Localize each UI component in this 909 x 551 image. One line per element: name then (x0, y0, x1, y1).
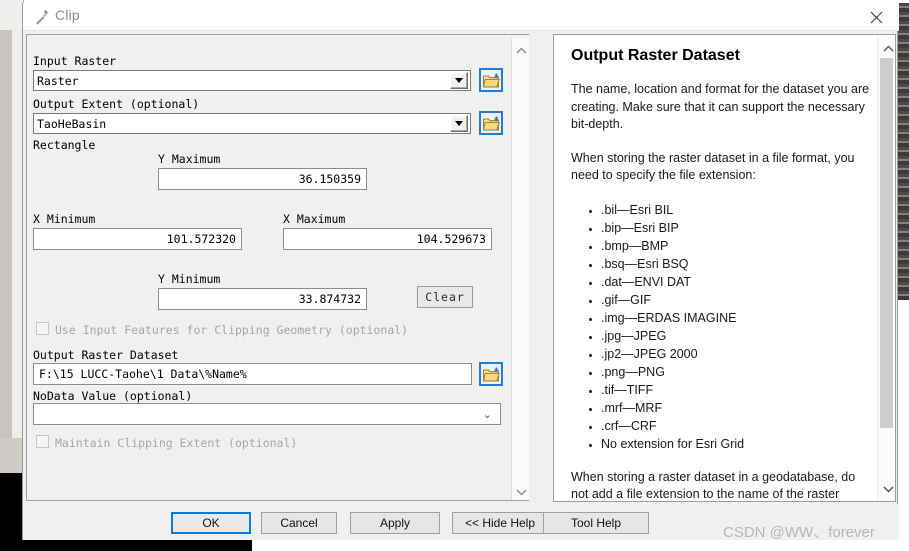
clear-button[interactable]: Clear (417, 286, 473, 308)
list-item: .bsq—Esri BSQ (601, 255, 871, 273)
output-raster-dataset-input[interactable]: F:\15 LUCC-Taohe\1 Data\%Name% (33, 363, 472, 385)
list-item: No extension for Esri Grid (601, 435, 871, 453)
background-black-strip (0, 540, 252, 551)
help-scrollbar[interactable] (877, 36, 895, 501)
window-title: Clip (55, 7, 80, 23)
background-left-strip (0, 0, 24, 30)
help-paragraph-2: When storing the raster dataset in a fil… (571, 150, 855, 183)
title-bar: Clip (23, 3, 899, 31)
nodata-value-label: NoData Value (optional) (33, 389, 193, 403)
help-panel: Output Raster Dataset The name, location… (553, 34, 896, 502)
input-raster-label: Input Raster (33, 54, 117, 68)
scroll-up-icon[interactable] (879, 40, 895, 58)
list-item: .jpg—JPEG (601, 327, 871, 345)
hide-help-button[interactable]: << Hide Help (452, 512, 548, 534)
y-maximum-value: 36.150359 (298, 172, 361, 186)
x-minimum-label: X Minimum (33, 212, 96, 226)
scroll-down-icon[interactable] (879, 480, 895, 498)
close-icon[interactable] (853, 3, 899, 31)
scroll-up-icon[interactable] (512, 42, 529, 60)
watermark: CSDN @WW、forever (723, 524, 875, 541)
help-scrollbar-thumb[interactable] (880, 58, 893, 428)
nodata-value-combobox[interactable]: ⌄ (33, 403, 501, 425)
output-extent-label: Output Extent (optional) (33, 97, 200, 111)
list-item: .png—PNG (601, 363, 871, 381)
parameters-panel: Input Raster Raster Output Extent (optio… (26, 34, 529, 501)
x-maximum-label: X Maximum (283, 212, 346, 226)
ok-button[interactable]: OK (171, 512, 251, 534)
maintain-clipping-extent-label: Maintain Clipping Extent (optional) (55, 436, 298, 450)
use-input-features-checkbox[interactable] (36, 322, 49, 335)
list-item: .crf—CRF (601, 417, 871, 435)
rectangle-label: Rectangle (33, 138, 96, 152)
chevron-down-icon[interactable] (450, 72, 468, 89)
input-raster-combobox[interactable]: Raster (33, 70, 471, 91)
chevron-down-icon[interactable] (450, 115, 468, 132)
list-item: .jp2—JPEG 2000 (601, 345, 871, 363)
output-raster-dataset-value: F:\15 LUCC-Taohe\1 Data\%Name% (39, 367, 247, 381)
screen: Clip Input Raster Raster Output Extent (… (0, 0, 909, 551)
list-item: .bmp—BMP (601, 237, 871, 255)
help-paragraph-1: The name, location and format for the da… (571, 82, 870, 131)
help-paragraph-3: When storing a raster dataset in a geoda… (571, 469, 856, 502)
tool-help-button[interactable]: Tool Help (543, 512, 649, 534)
output-extent-browse-button[interactable] (479, 111, 503, 135)
list-item: .tif—TIFF (601, 381, 871, 399)
y-minimum-value: 33.874732 (298, 292, 361, 306)
parameters-scrollbar[interactable] (511, 38, 529, 500)
y-minimum-label: Y Minimum (158, 272, 221, 286)
list-item: .img—ERDAS IMAGINE (601, 309, 871, 327)
help-extension-list: .bil—Esri BIL .bip—Esri BIP .bmp—BMP .bs… (571, 201, 871, 453)
list-item: .dat—ENVI DAT (601, 273, 871, 291)
list-item: .mrf—MRF (601, 399, 871, 417)
clip-tool-dialog: Clip Input Raster Raster Output Extent (… (22, 3, 899, 540)
y-maximum-input[interactable]: 36.150359 (158, 168, 367, 190)
input-raster-browse-button[interactable] (479, 68, 503, 92)
maintain-clipping-extent-checkbox[interactable] (36, 435, 49, 448)
output-extent-value: TaoHeBasin (37, 116, 107, 131)
background-left-lower (0, 438, 22, 473)
x-maximum-input[interactable]: 104.529673 (283, 228, 492, 250)
background-left-band (0, 30, 12, 438)
chevron-down-icon: ⌄ (482, 408, 492, 421)
y-maximum-label: Y Maximum (158, 152, 221, 166)
output-extent-combobox[interactable]: TaoHeBasin (33, 113, 471, 134)
list-item: .gif—GIF (601, 291, 871, 309)
cancel-button[interactable]: Cancel (261, 512, 337, 534)
y-minimum-input[interactable]: 33.874732 (158, 288, 367, 310)
input-raster-value: Raster (37, 73, 79, 88)
output-raster-dataset-browse-button[interactable] (479, 362, 503, 386)
scroll-down-icon[interactable] (512, 483, 529, 500)
output-raster-dataset-label: Output Raster Dataset (33, 348, 179, 362)
list-item: .bil—Esri BIL (601, 201, 871, 219)
x-minimum-input[interactable]: 101.572320 (33, 228, 242, 250)
use-input-features-label: Use Input Features for Clipping Geometry… (55, 323, 409, 337)
hammer-icon (33, 9, 51, 26)
dialog-body: Input Raster Raster Output Extent (optio… (23, 31, 899, 504)
help-heading: Output Raster Dataset (571, 47, 740, 64)
background-left-band-2 (12, 30, 22, 438)
x-maximum-value: 104.529673 (416, 232, 486, 246)
apply-button[interactable]: Apply (350, 512, 440, 534)
x-minimum-value: 101.572320 (166, 232, 236, 246)
list-item: .bip—Esri BIP (601, 219, 871, 237)
